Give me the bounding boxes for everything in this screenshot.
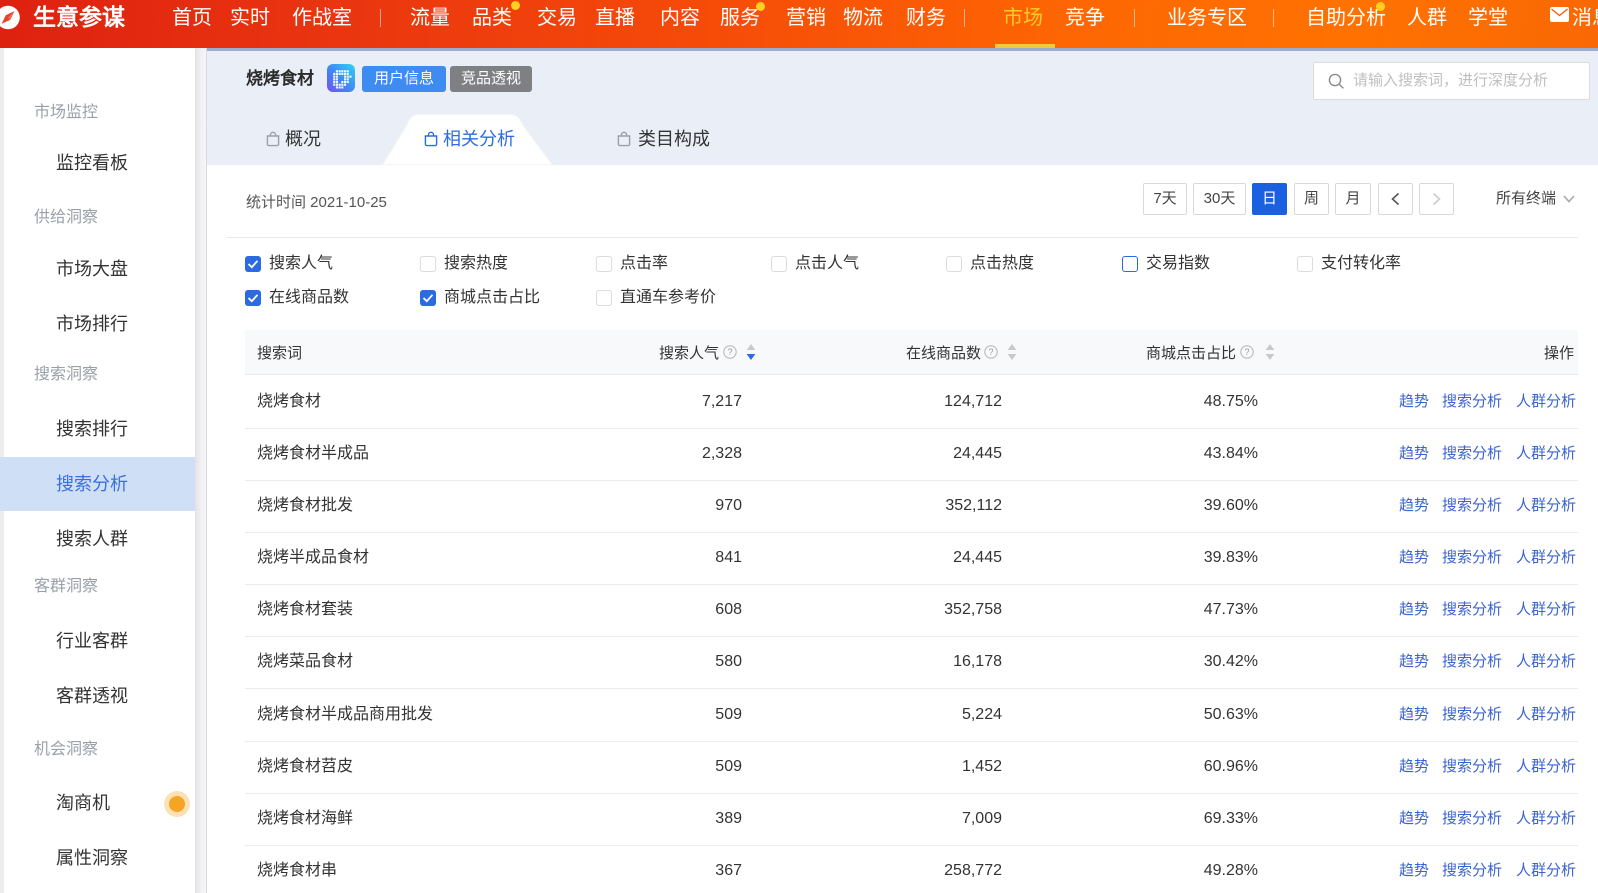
- svg-text:?: ?: [727, 347, 732, 357]
- svg-text:?: ?: [1244, 347, 1249, 357]
- svg-text:?: ?: [988, 347, 993, 357]
